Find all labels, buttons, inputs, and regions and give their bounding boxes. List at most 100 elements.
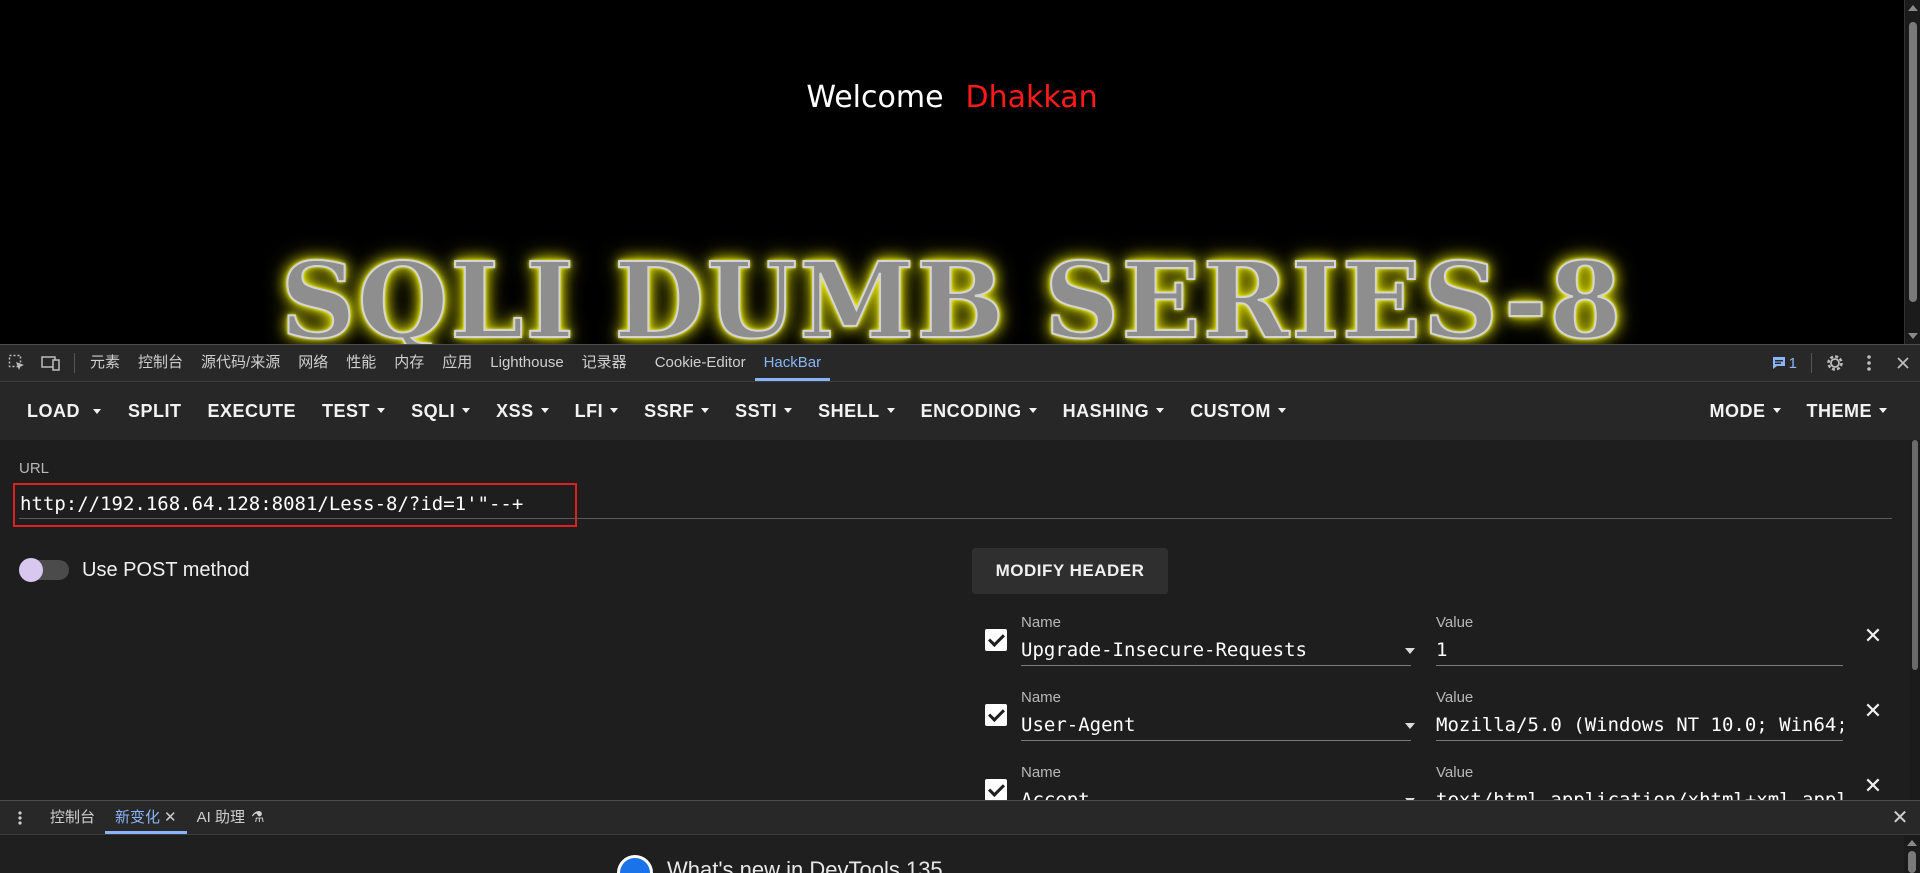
lfi-menu[interactable]: LFI <box>562 382 632 440</box>
chevron-down-icon <box>1156 407 1165 413</box>
modify-header-button[interactable]: MODIFY HEADER <box>972 548 1168 594</box>
lfi-label: LFI <box>574 401 604 421</box>
page-viewport: Welcome Dhakkan SQLI DUMB SERIES-8 <box>0 0 1920 344</box>
execute-label: EXECUTE <box>207 401 297 421</box>
device-toolbar-icon[interactable] <box>34 345 68 381</box>
tab-cookie-editor[interactable]: Cookie-Editor <box>646 345 755 381</box>
header-name-input[interactable]: Accept <box>1021 784 1411 800</box>
close-icon[interactable]: ✕ <box>164 809 177 826</box>
header-name-label: Name <box>1021 689 1062 706</box>
sqli-label: SQLI <box>411 401 456 421</box>
drawer-tab-console[interactable]: 控制台 <box>40 801 105 834</box>
header-value-label: Value <box>1436 764 1474 781</box>
xss-menu[interactable]: XSS <box>483 382 562 440</box>
drawer-tab-whats-new[interactable]: 新变化 ✕ <box>105 801 187 834</box>
chevron-down-icon[interactable] <box>1405 723 1415 729</box>
welcome-text: Welcome <box>806 80 944 115</box>
user-name: Dhakkan <box>965 80 1098 115</box>
scrollbar-thumb[interactable] <box>1912 440 1918 670</box>
header-value-input[interactable]: text/html,application/xhtml+xml,applicat… <box>1436 784 1843 800</box>
mode-menu[interactable]: MODE <box>1697 382 1794 440</box>
tab-sources[interactable]: 源代码/来源 <box>192 345 289 381</box>
shell-menu[interactable]: SHELL <box>805 382 908 440</box>
sqli-menu[interactable]: SQLI <box>398 382 483 440</box>
header-name-label: Name <box>1021 614 1062 631</box>
tab-console[interactable]: 控制台 <box>129 345 192 381</box>
load-dropdown-icon[interactable] <box>87 382 107 440</box>
remove-header-icon[interactable]: ✕ <box>1863 700 1883 722</box>
scrollbar-thumb[interactable] <box>1908 851 1916 873</box>
page-scrollbar[interactable] <box>1904 0 1920 344</box>
hackbar-menu: LOAD SPLIT EXECUTE TEST SQLI XSS LFI SSR… <box>0 382 1920 440</box>
tab-network[interactable]: 网络 <box>289 345 337 381</box>
issues-count: 1 <box>1788 354 1797 372</box>
tab-recorder[interactable]: 记录器 <box>573 345 636 381</box>
drawer-menu-icon[interactable] <box>0 810 40 826</box>
theme-menu[interactable]: THEME <box>1794 382 1901 440</box>
chevron-down-icon <box>540 407 549 413</box>
header-value-input[interactable]: Mozilla/5.0 (Windows NT 10.0; Win64; x64… <box>1436 709 1843 741</box>
header-value-input[interactable]: 1 <box>1436 634 1843 666</box>
drawer-scrollbar[interactable] <box>1904 835 1920 873</box>
scroll-down-icon[interactable] <box>1908 333 1918 339</box>
encoding-menu[interactable]: ENCODING <box>908 382 1050 440</box>
header-name-input[interactable]: User-Agent <box>1021 709 1411 741</box>
chevron-down-icon <box>1772 407 1781 413</box>
more-options-icon[interactable] <box>1852 345 1886 381</box>
tab-hackbar[interactable]: HackBar <box>754 345 831 381</box>
ssrf-menu[interactable]: SSRF <box>631 382 722 440</box>
drawer-tab-ai-assistant[interactable]: AI 助理 ⚗ <box>187 801 275 834</box>
custom-label: CUSTOM <box>1190 401 1271 421</box>
close-drawer-icon[interactable]: ✕ <box>1880 805 1920 830</box>
scroll-up-icon[interactable] <box>1908 5 1918 11</box>
url-label: URL <box>19 460 50 477</box>
load-button[interactable]: LOAD <box>14 382 93 440</box>
ssrf-label: SSRF <box>644 401 695 421</box>
toolbar-divider <box>74 353 75 373</box>
chevron-down-icon <box>377 407 386 413</box>
post-method-toggle[interactable] <box>19 558 69 582</box>
test-menu[interactable]: TEST <box>309 382 398 440</box>
url-input[interactable] <box>20 488 1890 520</box>
drawer-tabbar: 控制台 新变化 ✕ AI 助理 ⚗ ✕ <box>0 800 1920 835</box>
split-button[interactable]: SPLIT <box>115 382 195 440</box>
tab-application[interactable]: 应用 <box>433 345 481 381</box>
header-value-label: Value <box>1436 614 1474 631</box>
tab-lighthouse[interactable]: Lighthouse <box>481 345 572 381</box>
header-value-label: Value <box>1436 689 1474 706</box>
header-enabled-checkbox[interactable] <box>985 704 1007 726</box>
theme-label: THEME <box>1806 401 1872 421</box>
hackbar-scrollbar[interactable] <box>1910 440 1920 800</box>
chevron-down-icon <box>1277 407 1286 413</box>
hashing-menu[interactable]: HASHING <box>1050 382 1178 440</box>
ssti-menu[interactable]: SSTI <box>722 382 805 440</box>
devtools-logo-icon <box>617 855 653 873</box>
header-enabled-checkbox[interactable] <box>985 779 1007 800</box>
chevron-down-icon <box>1028 407 1037 413</box>
post-method-label: Use POST method <box>82 559 250 581</box>
custom-menu[interactable]: CUSTOM <box>1177 382 1299 440</box>
toggle-knob[interactable] <box>19 558 43 582</box>
execute-button[interactable]: EXECUTE <box>195 382 310 440</box>
mode-label: MODE <box>1709 401 1766 421</box>
remove-header-icon[interactable]: ✕ <box>1863 625 1883 647</box>
url-underline <box>19 518 1892 519</box>
header-enabled-checkbox[interactable] <box>985 629 1007 651</box>
series-banner: SQLI DUMB SERIES-8 <box>280 239 1624 345</box>
tab-performance[interactable]: 性能 <box>337 345 385 381</box>
tab-elements[interactable]: 元素 <box>81 345 129 381</box>
scroll-up-icon[interactable] <box>1907 840 1917 846</box>
gear-icon[interactable] <box>1818 345 1852 381</box>
header-name-label: Name <box>1021 764 1062 781</box>
whats-new-heading: What's new in DevTools 135 <box>667 857 943 873</box>
inspect-element-icon[interactable] <box>0 345 34 381</box>
close-icon[interactable] <box>1886 345 1920 381</box>
scrollbar-thumb[interactable] <box>1909 22 1917 302</box>
chevron-down-icon[interactable] <box>1405 648 1415 654</box>
chevron-down-icon <box>462 407 471 413</box>
issues-badge[interactable]: 1 <box>1764 355 1805 372</box>
remove-header-icon[interactable]: ✕ <box>1863 775 1883 797</box>
tab-memory[interactable]: 内存 <box>385 345 433 381</box>
drawer-tab-label: AI 助理 <box>196 809 245 826</box>
header-name-input[interactable]: Upgrade-Insecure-Requests <box>1021 634 1411 666</box>
